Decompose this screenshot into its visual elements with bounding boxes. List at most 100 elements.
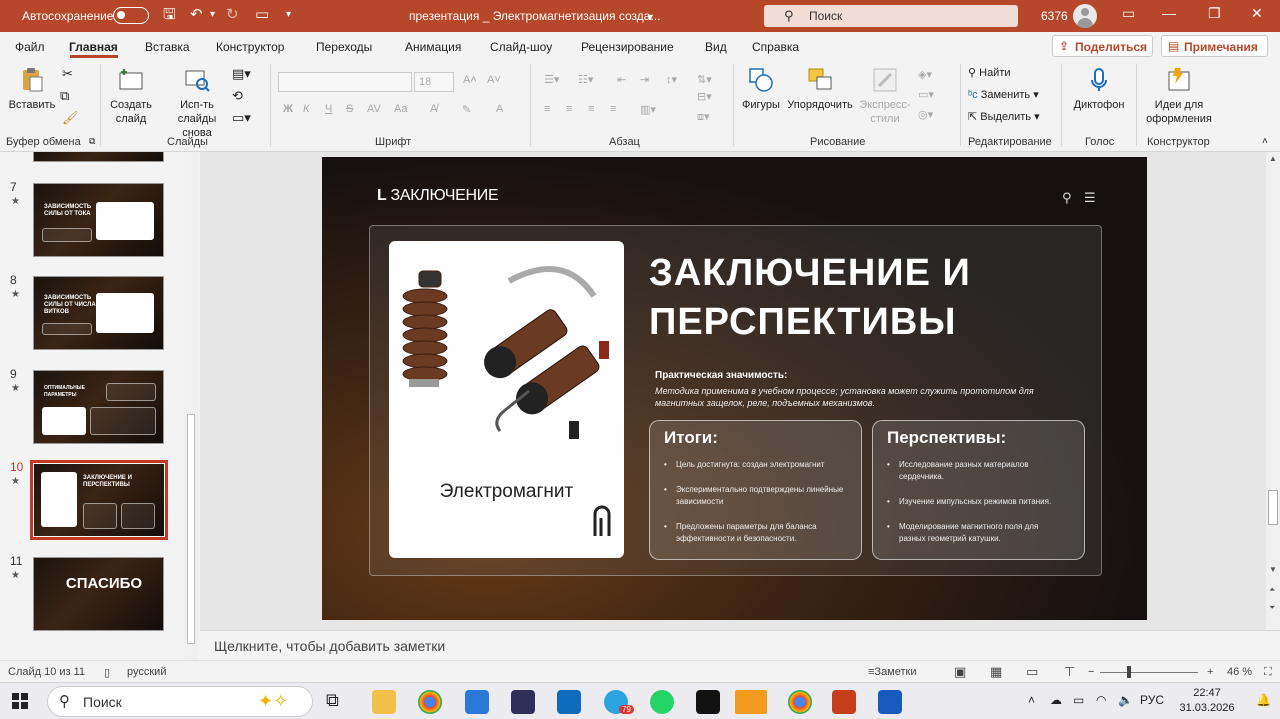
paste-button[interactable]: Вставить [6,66,58,112]
customize-toolbar-icon[interactable]: ▾ [286,6,291,24]
shape-outline-icon[interactable]: ▭▾ [918,88,934,101]
chrome-icon[interactable] [418,690,442,714]
clock[interactable]: 22:47 31.03.2026 [1175,686,1239,716]
share-button[interactable]: ⇪ Поделиться [1052,35,1153,57]
chrome-profile-icon[interactable] [788,690,812,714]
bullets-icon[interactable]: ☰▾ [544,73,559,86]
reuse-slides-button[interactable]: Исп-ть слайды снова [166,66,228,140]
volume-icon[interactable]: 🔈 [1118,693,1133,707]
thumbnails-scrollbar[interactable] [184,152,198,660]
undo-icon[interactable]: ↶ [190,6,203,24]
find-button[interactable]: ⚲ Найти [968,66,1011,79]
numbering-icon[interactable]: ☷▾ [578,73,593,86]
scrollbar-thumb[interactable] [187,414,195,644]
maximize-icon[interactable]: ❐ [1208,5,1221,22]
tab-animations[interactable]: Анимация [405,40,461,54]
layout-icon[interactable]: ▤▾ [232,66,251,82]
language-indicator[interactable]: РУС [1140,693,1164,707]
outlook-icon[interactable] [557,690,581,714]
store-icon[interactable] [465,690,489,714]
shape-fill-icon[interactable]: ◈▾ [918,68,932,81]
designer-button[interactable]: Идеи для оформления [1142,66,1216,126]
tab-review[interactable]: Рецензирование [581,40,674,54]
shapes-button[interactable]: Фигуры [738,66,784,112]
slide-sorter-icon[interactable]: ▦ [990,664,1002,680]
zoom-in-icon[interactable]: + [1207,666,1213,678]
slideshow-icon[interactable]: ⊤ [1064,664,1075,680]
present-icon[interactable]: ▭ [255,6,269,24]
avatar[interactable] [1073,4,1097,28]
bold-button[interactable]: Ж [283,103,293,115]
smartart-icon[interactable]: ⧈▾ [697,110,710,124]
align-center-icon[interactable]: ≡ [566,103,572,115]
shape-effects-icon[interactable]: ◎▾ [918,108,933,121]
sublime-icon[interactable] [735,690,767,714]
notifications-icon[interactable]: 🔔 [1256,693,1271,707]
slide-thumbnail-8[interactable]: ЗАВИСИМОСТЬ СИЛЫ ОТ ЧИСЛА ВИТКОВ [33,276,164,350]
search-box[interactable]: ⚲ Поиск [764,5,1018,27]
scroll-up-icon[interactable]: ▲ [1269,154,1277,163]
language-status[interactable]: русский [127,666,166,678]
scroll-down-icon[interactable]: ▼ [1269,565,1277,574]
decrease-font-icon[interactable]: A˅ [487,74,501,86]
wifi-icon[interactable]: ◠ [1096,693,1106,707]
undo-dropdown-icon[interactable]: ▾ [210,6,215,24]
accessibility-icon[interactable]: ▯ [104,666,110,679]
title-dropdown-icon[interactable]: ▼ [646,8,655,26]
minimize-icon[interactable]: — [1162,5,1176,21]
zoom-slider-thumb[interactable] [1127,666,1131,678]
columns-icon[interactable]: ▥▾ [640,103,656,116]
change-case-icon[interactable]: Aa [394,103,407,115]
tab-insert[interactable]: Вставка [145,40,190,54]
notes-toggle-button[interactable]: ≡Заметки [868,666,917,678]
zoom-out-icon[interactable]: − [1088,666,1094,678]
document-title[interactable]: презентация _ Электромагнетизация созда.… [409,9,660,23]
reset-icon[interactable]: ⟲ [232,88,243,104]
slide-thumbnail-10[interactable]: ЗАКЛЮЧЕНИЕ И ПЕРСПЕКТИВЫ [30,460,168,540]
underline-button[interactable]: Ч [325,103,332,115]
normal-view-icon[interactable]: ▣ [954,664,966,680]
justify-icon[interactable]: ≡ [610,103,616,115]
font-color-icon[interactable]: A [496,103,503,115]
quick-styles-button[interactable]: Экспресс-стили [856,66,914,126]
font-family-select[interactable] [278,72,412,92]
align-right-icon[interactable]: ≡ [588,103,594,115]
cut-icon[interactable]: ✂ [62,66,73,82]
slide-thumbnail-6[interactable] [33,152,164,162]
slide-thumbnail-11[interactable]: СПАСИБО [33,557,164,631]
autosave-toggle[interactable] [113,7,149,24]
zoom-level[interactable]: 46 % [1227,666,1252,678]
redo-icon[interactable]: ↻ [226,6,239,24]
whatsapp-icon[interactable] [650,690,674,714]
font-size-select[interactable]: 18 [414,72,454,92]
zoom-slider[interactable] [1100,672,1198,673]
save-icon[interactable]: 🖫 [163,6,176,24]
dictate-button[interactable]: Диктофон [1070,66,1128,112]
italic-button[interactable]: К [303,103,309,115]
app-icon[interactable] [511,690,535,714]
battery-icon[interactable]: ▭ [1073,693,1084,707]
replace-button[interactable]: ᵇc Заменить ▾ [968,88,1039,101]
clipboard-launcher-icon[interactable]: ⧉ [89,136,95,147]
slide-thumbnail-7[interactable]: ЗАВИСИМОСТЬ СИЛЫ ОТ ТОКА [33,183,164,257]
tab-design[interactable]: Конструктор [216,40,284,54]
char-spacing-icon[interactable]: AV [367,103,381,115]
strikethrough-button[interactable]: S [346,103,353,115]
line-spacing-icon[interactable]: ↕▾ [666,73,677,86]
word-icon[interactable] [878,690,902,714]
format-painter-icon[interactable]: 🖌 [62,110,79,126]
select-button[interactable]: ⇱ Выделить ▾ [968,110,1040,123]
file-explorer-icon[interactable] [372,690,396,714]
increase-font-icon[interactable]: A˄ [463,74,477,86]
tab-file[interactable]: Файл [15,40,45,54]
tab-slideshow[interactable]: Слайд-шоу [490,40,552,54]
tab-home[interactable]: Главная [69,40,118,54]
editor-scrollbar[interactable]: ▲ ▼ ⏶ ⏷ [1266,152,1280,630]
tab-help[interactable]: Справка [752,40,799,54]
tab-transitions[interactable]: Переходы [316,40,372,54]
align-left-icon[interactable]: ≡ [544,103,550,115]
collapse-ribbon-icon[interactable]: ˄ [1262,136,1268,147]
text-direction-icon[interactable]: ⇅▾ [697,73,712,86]
fit-slide-icon[interactable]: ⛶ [1264,666,1272,679]
ribbon-display-icon[interactable]: ▭ [1122,5,1135,22]
